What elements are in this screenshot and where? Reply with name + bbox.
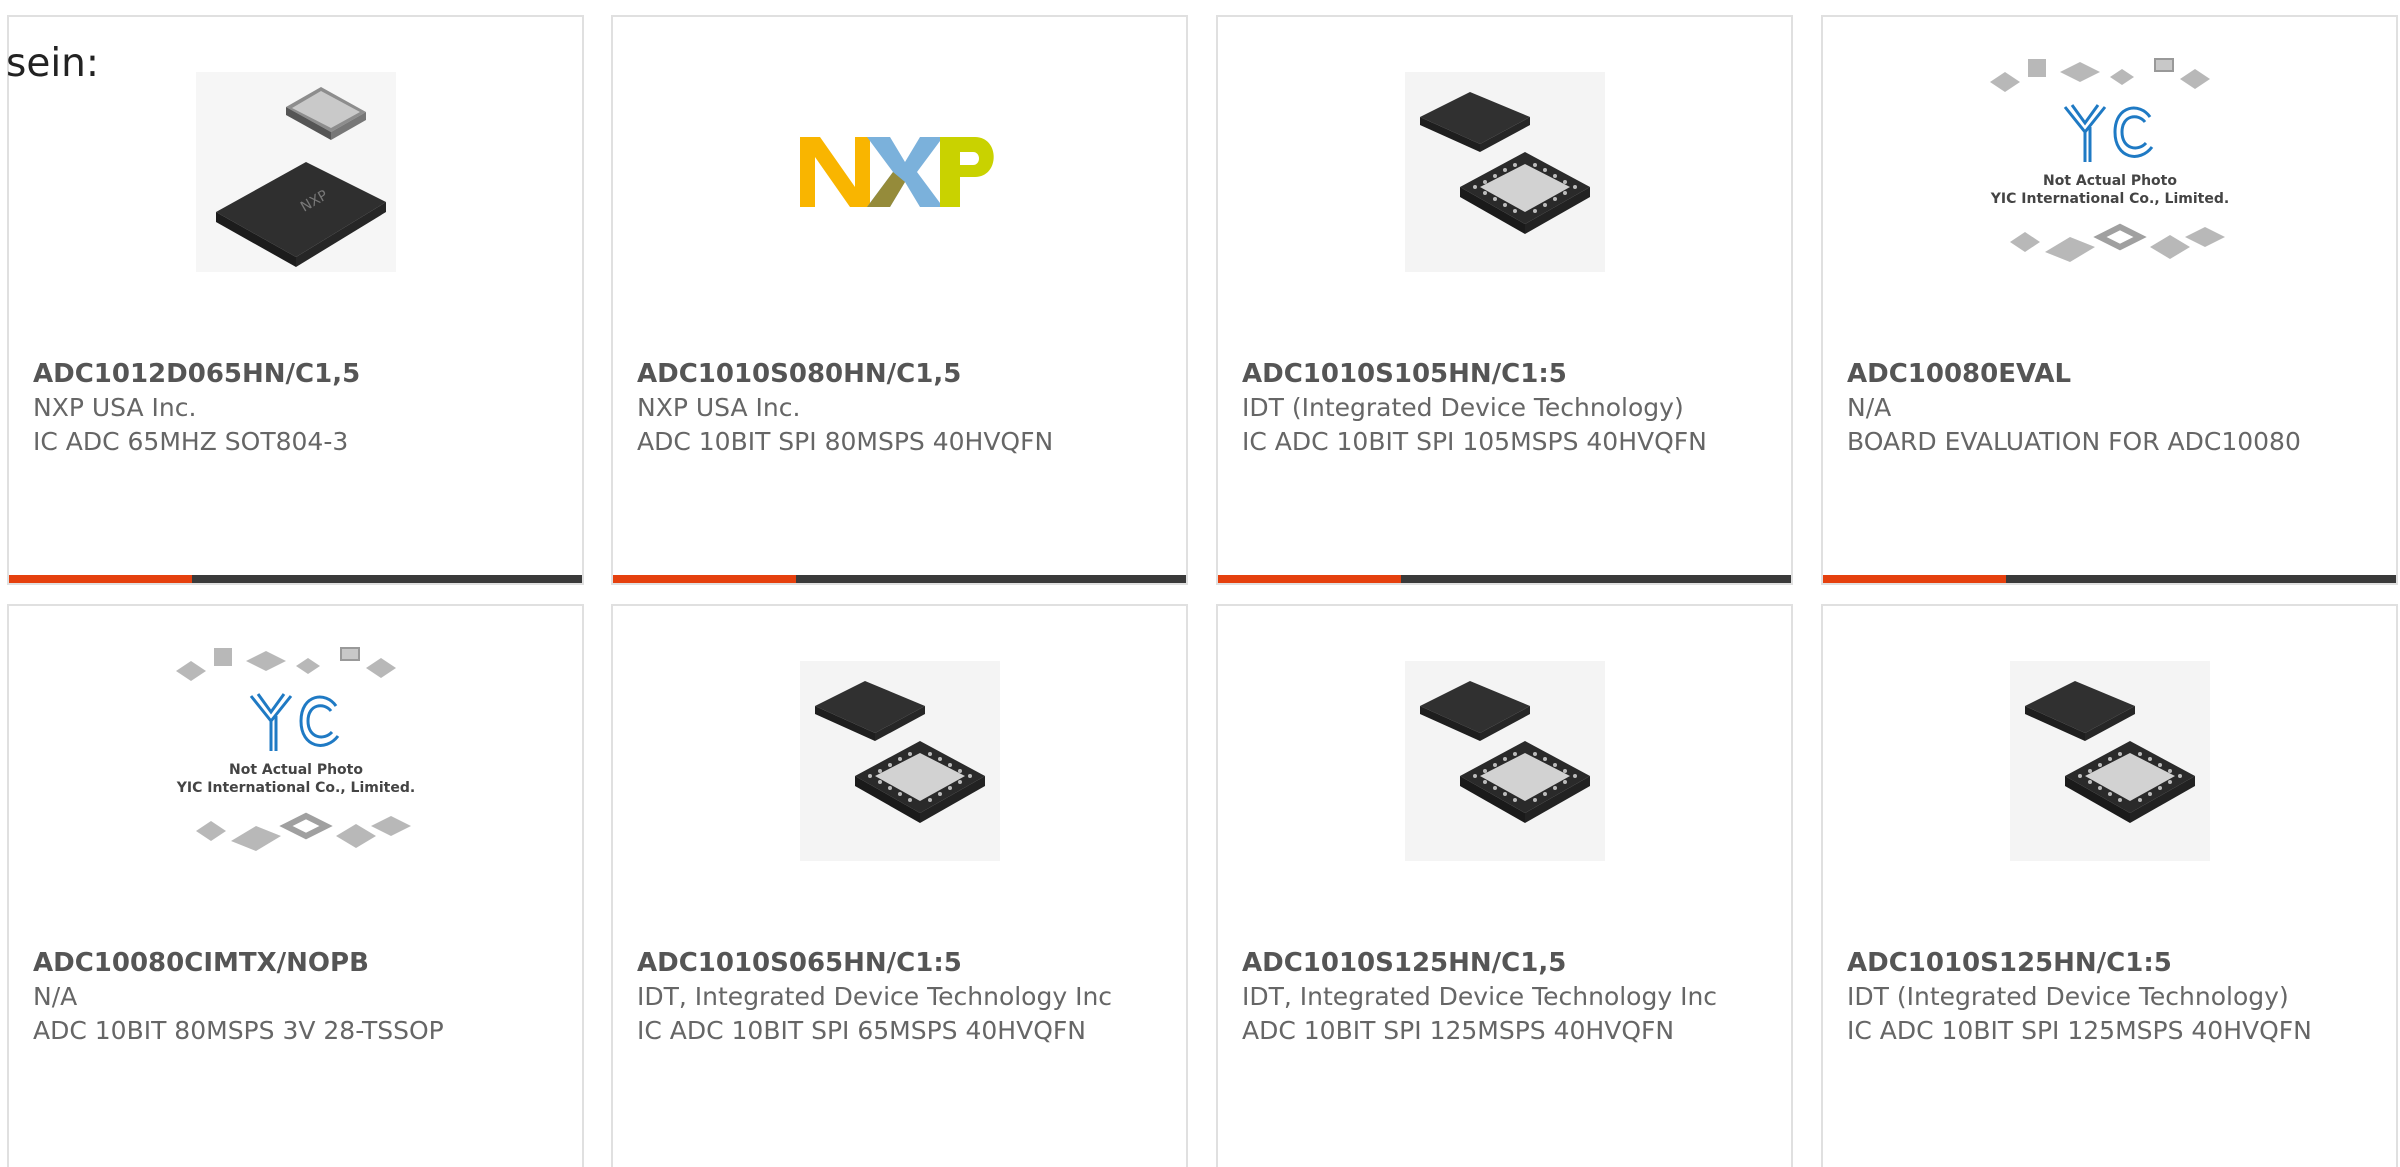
manufacturer: NXP USA Inc. [33,393,197,422]
product-card[interactable]: NXP ADC1012D065HN/C1,5 NXP USA Inc. IC A… [7,15,584,585]
svg-text:Not Actual Photo: Not Actual Photo [229,762,363,778]
product-text: ADC10080CIMTX/NOPB N/A ADC 10BIT 80MSPS … [33,946,562,1048]
card-bottom-bar [613,575,1186,583]
description: IC ADC 10BIT SPI 65MSPS 40HVQFN [637,1016,1086,1045]
part-number-link[interactable]: ADC1010S080HN/C1,5 [637,357,1166,391]
product-image[interactable]: Not Actual Photo YIC International Co., … [9,636,582,876]
product-image[interactable] [1823,661,2396,861]
product-card[interactable]: Not Actual Photo YIC International Co., … [7,604,584,1167]
product-card[interactable]: ADC1010S065HN/C1:5 IDT, Integrated Devic… [611,604,1188,1167]
part-number-link[interactable]: ADC1012D065HN/C1,5 [33,357,562,391]
nxp-logo-icon [799,137,994,207]
product-card[interactable]: ADC1010S105HN/C1:5 IDT (Integrated Devic… [1216,15,1793,585]
card-bottom-bar [1218,575,1791,583]
qfn-chip-photo-icon [1404,72,1605,272]
part-number-link[interactable]: ADC10080CIMTX/NOPB [33,946,562,980]
card-bar-accent [1823,575,2006,583]
product-text: ADC1010S125HN/C1:5 IDT (Integrated Devic… [1847,946,2376,1048]
product-image[interactable] [1218,72,1791,272]
svg-text:YIC International Co., Limited: YIC International Co., Limited. [1989,191,2228,207]
product-image[interactable]: Not Actual Photo YIC International Co., … [1823,47,2396,287]
yic-placeholder-icon: Not Actual Photo YIC International Co., … [1989,58,2229,262]
manufacturer: N/A [33,982,78,1011]
description: IC ADC 10BIT SPI 125MSPS 40HVQFN [1847,1016,2312,1045]
card-bottom-bar [9,575,582,583]
product-grid: NXP ADC1012D065HN/C1,5 NXP USA Inc. IC A… [7,15,2400,1167]
product-image[interactable] [613,661,1186,861]
manufacturer: IDT, Integrated Device Technology Inc [1242,982,1718,1011]
yic-placeholder-icon: Not Actual Photo YIC International Co., … [175,647,415,851]
manufacturer: IDT (Integrated Device Technology) [1847,982,2289,1011]
qfn-chip-photo-icon [799,661,1000,861]
product-card[interactable]: ADC1010S125HN/C1:5 IDT (Integrated Devic… [1821,604,2398,1167]
product-text: ADC1010S105HN/C1:5 IDT (Integrated Devic… [1242,357,1771,459]
description: IC ADC 65MHZ SOT804-3 [33,427,349,456]
product-image[interactable]: NXP [9,72,582,272]
product-text: ADC1010S125HN/C1,5 IDT, Integrated Devic… [1242,946,1771,1048]
manufacturer: IDT (Integrated Device Technology) [1242,393,1684,422]
svg-text:YIC International Co., Limited: YIC International Co., Limited. [175,780,414,796]
product-card[interactable]: ADC1010S080HN/C1,5 NXP USA Inc. ADC 10BI… [611,15,1188,585]
manufacturer: IDT, Integrated Device Technology Inc [637,982,1113,1011]
qfn-chip-photo-icon [1404,661,1605,861]
description: IC ADC 10BIT SPI 105MSPS 40HVQFN [1242,427,1707,456]
product-card[interactable]: ADC1010S125HN/C1,5 IDT, Integrated Devic… [1216,604,1793,1167]
card-bar-accent [1218,575,1401,583]
manufacturer: NXP USA Inc. [637,393,801,422]
card-bar-accent [9,575,192,583]
part-number-link[interactable]: ADC1010S125HN/C1:5 [1847,946,2376,980]
product-text: ADC1010S080HN/C1,5 NXP USA Inc. ADC 10BI… [637,357,1166,459]
product-text: ADC1012D065HN/C1,5 NXP USA Inc. IC ADC 6… [33,357,562,459]
part-number-link[interactable]: ADC1010S065HN/C1:5 [637,946,1166,980]
nxp-chip-photo-icon: NXP [195,72,396,272]
product-text: ADC10080EVAL N/A BOARD EVALUATION FOR AD… [1847,357,2376,459]
qfn-chip-photo-icon [2009,661,2210,861]
product-text: ADC1010S065HN/C1:5 IDT, Integrated Devic… [637,946,1166,1048]
card-bottom-bar [1823,575,2396,583]
part-number-link[interactable]: ADC1010S125HN/C1,5 [1242,946,1771,980]
description: ADC 10BIT SPI 80MSPS 40HVQFN [637,427,1054,456]
card-bar-accent [613,575,796,583]
description: ADC 10BIT 80MSPS 3V 28-TSSOP [33,1016,444,1045]
part-number-link[interactable]: ADC1010S105HN/C1:5 [1242,357,1771,391]
description: BOARD EVALUATION FOR ADC10080 [1847,427,2301,456]
svg-text:Not Actual Photo: Not Actual Photo [2043,173,2177,189]
product-card[interactable]: Not Actual Photo YIC International Co., … [1821,15,2398,585]
description: ADC 10BIT SPI 125MSPS 40HVQFN [1242,1016,1675,1045]
part-number-link[interactable]: ADC10080EVAL [1847,357,2376,391]
intro-text: sein: [6,41,100,86]
page: sein: NXP ADC1012D065HN/C1,5 NXP USA Inc… [0,0,2400,1167]
product-image[interactable] [613,72,1186,272]
manufacturer: N/A [1847,393,1892,422]
product-image[interactable] [1218,661,1791,861]
